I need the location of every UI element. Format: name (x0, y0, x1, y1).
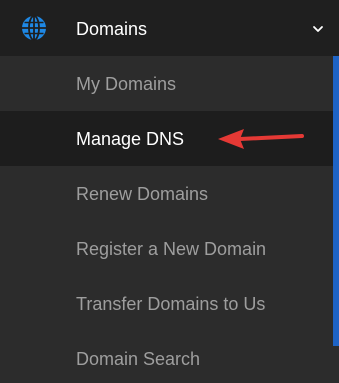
domains-menu-title: Domains (76, 19, 148, 39)
menu-item-transfer-domains[interactable]: Transfer Domains to Us (0, 276, 333, 331)
menu-item-label: Manage DNS (76, 129, 185, 149)
menu-item-label: Renew Domains (76, 184, 209, 204)
menu-item-renew-domains[interactable]: Renew Domains (0, 166, 333, 221)
domains-menu-header[interactable]: Domains (0, 0, 339, 56)
menu-item-my-domains[interactable]: My Domains (0, 56, 333, 111)
menu-item-label: Transfer Domains to Us (76, 294, 266, 314)
menu-item-label: Domain Search (76, 349, 201, 369)
globe-icon (20, 14, 48, 42)
menu-item-register-domain[interactable]: Register a New Domain (0, 221, 333, 276)
chevron-down-icon[interactable] (312, 22, 324, 34)
menu-item-label: Register a New Domain (76, 239, 267, 259)
sidebar: Domains My Domains Manage DNS Renew Doma… (0, 0, 339, 383)
scrollbar-accent[interactable] (333, 56, 339, 346)
pointer-arrow-icon (216, 124, 306, 154)
menu-item-domain-search[interactable]: Domain Search (0, 331, 333, 383)
menu-item-label: My Domains (76, 74, 177, 94)
domains-submenu: My Domains Manage DNS Renew Domains Regi… (0, 56, 333, 383)
